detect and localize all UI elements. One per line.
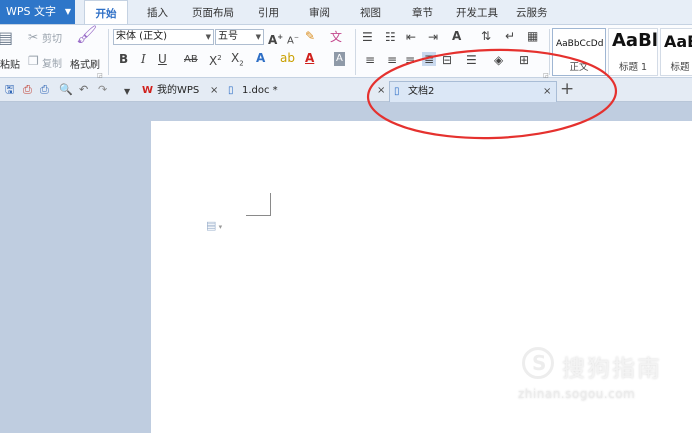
export-pdf-icon[interactable]: ⎙ bbox=[23, 83, 32, 96]
text-effect-icon[interactable]: A bbox=[256, 51, 265, 65]
watermark-title: 搜狗指南 bbox=[562, 356, 662, 382]
document-tab-bar: 🖫 ⎙ ⎙ 🔍 ↶ ↷ ▼ W 我的WPS × ▯ 1.doc * × ▯ 文档… bbox=[0, 78, 692, 102]
char-shading-icon[interactable]: A bbox=[334, 52, 345, 66]
sort-icon[interactable]: ⇅ bbox=[481, 29, 491, 43]
justify-icon[interactable]: ≣ bbox=[422, 52, 437, 66]
chevron-down-icon: ▼ bbox=[64, 7, 71, 16]
style-heading-1[interactable]: AaBl 标题 1 bbox=[608, 28, 658, 76]
bold-icon[interactable]: B bbox=[119, 52, 128, 66]
tab-references[interactable]: 引用 bbox=[258, 0, 279, 24]
style-normal[interactable]: AaBbCcDd 正文 bbox=[552, 28, 606, 76]
style-heading[interactable]: AaB 标题 bbox=[660, 28, 692, 76]
tab-review[interactable]: 审阅 bbox=[309, 0, 330, 24]
strikethrough-icon[interactable]: AB bbox=[184, 53, 198, 67]
numbered-list-icon[interactable]: ☷ bbox=[385, 30, 396, 44]
change-case-icon[interactable]: A bbox=[452, 29, 461, 43]
increase-indent-icon[interactable]: ⇥ bbox=[428, 30, 438, 44]
close-icon[interactable]: × bbox=[377, 81, 385, 100]
chevron-down-icon[interactable]: ▼ bbox=[124, 85, 130, 98]
font-size-value: 五号 bbox=[218, 31, 238, 42]
tab-section[interactable]: 章节 bbox=[412, 0, 433, 24]
scissors-icon: ✂ bbox=[28, 30, 39, 44]
phonetic-guide-icon[interactable]: 文 bbox=[330, 30, 342, 44]
divider bbox=[355, 29, 356, 75]
tab-label: 我的WPS bbox=[157, 85, 200, 96]
document-icon: ▯ bbox=[394, 86, 400, 97]
italic-icon[interactable]: I bbox=[141, 52, 146, 66]
superscript-icon[interactable]: X2 bbox=[209, 51, 222, 68]
tab-page-layout[interactable]: 页面布局 bbox=[192, 0, 234, 24]
style-caption: 正文 bbox=[569, 62, 589, 73]
sogou-logo-icon bbox=[522, 347, 554, 379]
align-right-icon[interactable]: ≡ bbox=[405, 53, 415, 67]
subscript-icon[interactable]: X2 bbox=[231, 51, 244, 70]
borders-icon[interactable]: ⊞ bbox=[519, 53, 529, 67]
highlight-icon[interactable]: ab bbox=[280, 51, 295, 65]
wps-logo-icon: W bbox=[142, 85, 154, 96]
tab-view[interactable]: 视图 bbox=[360, 0, 381, 24]
style-sample: AaBl bbox=[612, 30, 658, 51]
tab-label: 1.doc * bbox=[242, 85, 278, 96]
copy-icon: ❐ bbox=[28, 54, 39, 68]
underline-icon[interactable]: U bbox=[158, 52, 167, 66]
tab-my-wps[interactable]: W 我的WPS × bbox=[140, 81, 224, 102]
close-icon[interactable]: × bbox=[543, 82, 551, 101]
chevron-down-icon: ▼ bbox=[255, 33, 261, 41]
tab-home[interactable]: 开始 bbox=[84, 0, 128, 24]
style-sample: AaB bbox=[664, 32, 692, 51]
bullet-list-icon[interactable]: ☰ bbox=[362, 30, 373, 44]
redo-icon[interactable]: ↷ bbox=[98, 83, 107, 96]
crop-mark bbox=[270, 193, 271, 215]
cut-button[interactable]: 剪切 bbox=[42, 30, 62, 45]
line-spacing-icon[interactable]: ☰ bbox=[466, 53, 477, 67]
tab-cloud[interactable]: 云服务 bbox=[516, 0, 548, 24]
ribbon: ▤ 粘贴 ✂ 剪切 ❐ 复制 🖌 格式刷 ◲ 宋体 (正文) ▼ 五号 ▼ A+… bbox=[0, 24, 692, 79]
close-icon[interactable]: × bbox=[210, 81, 218, 100]
font-color-icon[interactable]: A bbox=[305, 51, 314, 65]
style-caption: 标题 1 bbox=[618, 62, 648, 73]
style-caption: 标题 bbox=[670, 62, 690, 73]
table-icon[interactable]: ▦ bbox=[527, 29, 538, 43]
chevron-down-icon: ▼ bbox=[205, 33, 211, 41]
menu-bar: WPS 文字 ▼ 开始 插入 页面布局 引用 审阅 视图 章节 开发工具 云服务 bbox=[0, 0, 692, 24]
font-name-value: 宋体 (正文) bbox=[116, 31, 167, 42]
new-tab-icon[interactable]: + bbox=[560, 79, 574, 99]
document-icon: ▯ bbox=[228, 85, 234, 96]
save-icon[interactable]: 🖫 bbox=[5, 83, 14, 96]
tab-developer[interactable]: 开发工具 bbox=[456, 0, 498, 24]
paste-icon[interactable]: ▤ bbox=[0, 30, 13, 46]
distributed-icon[interactable]: ⊟ bbox=[442, 53, 452, 67]
undo-icon[interactable]: ↶ bbox=[79, 83, 88, 96]
style-sample: AaBbCcDd bbox=[556, 39, 604, 49]
app-name: WPS 文字 bbox=[6, 5, 56, 18]
app-menu-button[interactable]: WPS 文字 ▼ bbox=[0, 0, 75, 24]
tab-doc-2[interactable]: ▯ 文档2 × bbox=[389, 81, 557, 102]
print-icon[interactable]: ⎙ bbox=[40, 83, 49, 96]
grow-font-icon[interactable]: A+ bbox=[268, 30, 283, 47]
watermark-url: zhinan.sogou.com bbox=[518, 387, 636, 401]
format-painter-button[interactable]: 格式刷 bbox=[70, 56, 100, 71]
paste-button[interactable]: 粘贴 bbox=[0, 56, 20, 71]
watermark: 搜狗指南 zhinan.sogou.com bbox=[518, 345, 688, 415]
crop-mark bbox=[246, 215, 271, 216]
divider bbox=[108, 29, 109, 75]
tab-insert[interactable]: 插入 bbox=[147, 0, 168, 24]
divider bbox=[549, 29, 550, 75]
shading-icon[interactable]: ◈ bbox=[494, 53, 503, 67]
tab-doc-1[interactable]: ▯ 1.doc * × bbox=[226, 81, 385, 102]
decrease-indent-icon[interactable]: ⇤ bbox=[406, 30, 416, 44]
shrink-font-icon[interactable]: A− bbox=[287, 31, 299, 48]
show-marks-icon[interactable]: ↵ bbox=[505, 29, 515, 43]
clear-format-icon[interactable]: ✎ bbox=[305, 29, 315, 43]
font-size-select[interactable]: 五号 ▼ bbox=[215, 29, 264, 45]
align-center-icon[interactable]: ≡ bbox=[387, 53, 397, 67]
copy-button[interactable]: 复制 bbox=[42, 55, 62, 70]
paste-options-icon[interactable]: ▤ ▾ bbox=[206, 219, 222, 232]
font-name-select[interactable]: 宋体 (正文) ▼ bbox=[113, 29, 214, 45]
tab-label: 文档2 bbox=[408, 86, 435, 97]
format-painter-icon[interactable]: 🖌 bbox=[76, 27, 98, 44]
align-left-icon[interactable]: ≡ bbox=[365, 53, 375, 67]
print-preview-icon[interactable]: 🔍 bbox=[59, 83, 73, 96]
